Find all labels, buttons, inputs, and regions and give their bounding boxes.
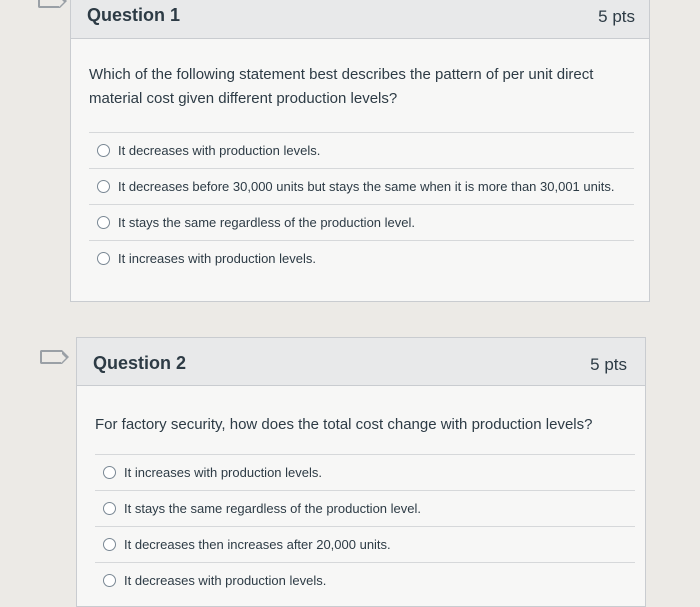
question-1-answers: It decreases with production levels. It … xyxy=(89,132,634,276)
answer-label: It increases with production levels. xyxy=(118,251,316,266)
answer-label: It stays the same regardless of the prod… xyxy=(124,501,421,516)
radio-button[interactable] xyxy=(97,144,110,157)
radio-button[interactable] xyxy=(103,574,116,587)
question-2-text: For factory security, how does the total… xyxy=(95,416,593,433)
answer-label: It decreases before 30,000 units but sta… xyxy=(118,179,615,194)
radio-button[interactable] xyxy=(97,180,110,193)
radio-button[interactable] xyxy=(103,466,116,479)
answer-label: It decreases with production levels. xyxy=(124,573,327,588)
question-2-title: Question 2 xyxy=(93,353,187,373)
question-2-header: Question 2 5 pts xyxy=(77,338,645,386)
answer-option[interactable]: It stays the same regardless of the prod… xyxy=(89,204,634,240)
answer-label: It stays the same regardless of the prod… xyxy=(118,215,415,230)
radio-button[interactable] xyxy=(103,538,116,551)
question-1-header: Question 1 5 pts xyxy=(71,0,649,39)
answer-option[interactable]: It decreases with production levels. xyxy=(95,562,635,598)
question-1-points: 5 pts xyxy=(598,7,635,26)
question-2-points: 5 pts xyxy=(590,355,627,374)
answer-option[interactable]: It decreases before 30,000 units but sta… xyxy=(89,168,634,204)
question-1-card: Question 1 5 pts Which of the following … xyxy=(70,0,650,302)
question-2-answers: It increases with production levels. It … xyxy=(95,454,635,598)
answer-option[interactable]: It increases with production levels. xyxy=(89,240,634,276)
flag-question-1-icon[interactable] xyxy=(38,0,67,8)
question-1-text: Which of the following statement best de… xyxy=(89,66,594,107)
radio-button[interactable] xyxy=(97,252,110,265)
radio-button[interactable] xyxy=(103,502,116,515)
question-2-card: Question 2 5 pts For factory security, h… xyxy=(76,337,646,607)
answer-option[interactable]: It stays the same regardless of the prod… xyxy=(95,490,635,526)
flag-question-2-icon[interactable] xyxy=(40,350,69,364)
answer-label: It increases with production levels. xyxy=(124,465,322,480)
answer-option[interactable]: It decreases then increases after 20,000… xyxy=(95,526,635,562)
answer-label: It decreases with production levels. xyxy=(118,143,321,158)
question-1-title: Question 1 xyxy=(87,5,181,25)
answer-option[interactable]: It increases with production levels. xyxy=(95,454,635,490)
answer-option[interactable]: It decreases with production levels. xyxy=(89,132,634,168)
answer-label: It decreases then increases after 20,000… xyxy=(124,537,391,552)
radio-button[interactable] xyxy=(97,216,110,229)
